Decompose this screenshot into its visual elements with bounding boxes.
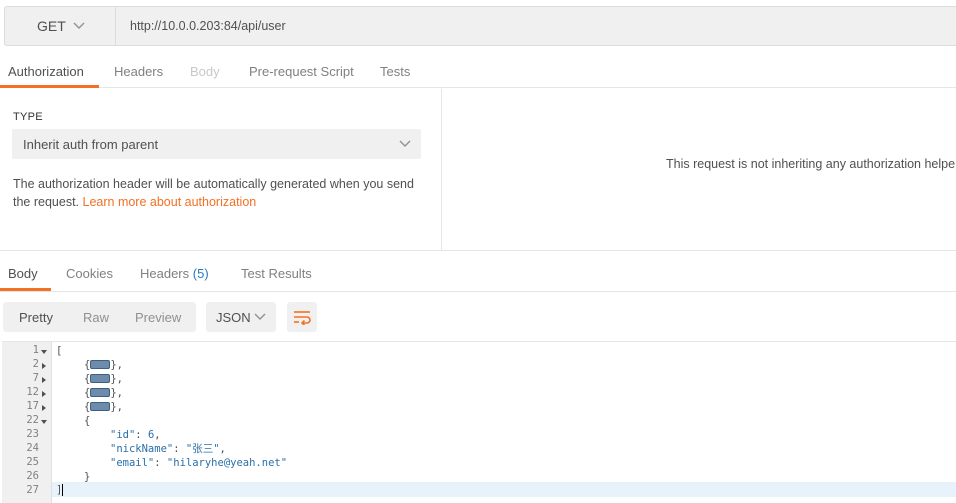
chevron-down-icon [254, 313, 266, 320]
chevron-down-icon [399, 140, 411, 147]
line-number: 27 [26, 484, 39, 496]
open-brace: { [84, 415, 91, 427]
close-brace: }, [110, 359, 123, 371]
fold-closed-icon[interactable] [41, 405, 47, 411]
fold-open-icon[interactable] [41, 349, 47, 355]
collapsed-object-marker[interactable] [90, 387, 111, 397]
format-value: JSON [216, 309, 251, 325]
tab-cookies[interactable]: Cookies [66, 266, 113, 281]
json-colon: : [135, 429, 148, 441]
json-colon: : [154, 457, 167, 469]
code-line: "email": "hilaryhe@yeah.net" [110, 456, 287, 470]
line-number: 1 [32, 344, 39, 356]
url-input[interactable]: http://10.0.0.203:84/api/user [116, 6, 956, 46]
json-comma: , [219, 443, 226, 455]
tab-test-results[interactable]: Test Results [241, 266, 312, 281]
text-cursor [62, 484, 64, 496]
learn-more-link[interactable]: Learn more about authorization [83, 195, 257, 209]
json-key: "id" [110, 429, 136, 441]
current-line-highlight [52, 482, 956, 497]
auth-type-label: TYPE [13, 111, 43, 123]
preview-button[interactable]: Preview [135, 310, 181, 325]
fold-open-icon[interactable] [41, 419, 47, 425]
line-number: 12 [26, 386, 39, 398]
code-line: { [84, 414, 90, 428]
collapsed-object-marker[interactable] [90, 373, 111, 383]
fold-closed-icon[interactable] [41, 391, 47, 397]
code-line: } [84, 470, 90, 484]
json-value: "hilaryhe@yeah.net" [166, 457, 288, 469]
tab-pre-request-script[interactable]: Pre-request Script [249, 64, 354, 79]
json-colon: : [173, 443, 186, 455]
json-comma: , [154, 429, 161, 441]
line-number-gutter: 1 2 7 12 17 22 23 24 25 26 27 [2, 342, 52, 503]
auth-type-value: Inherit auth from parent [23, 136, 159, 152]
auth-settings-panel: TYPE Inherit auth from parent The author… [0, 89, 442, 250]
line-number: 26 [26, 470, 39, 482]
request-tabs: Authorization Headers Body Pre-request S… [0, 54, 956, 88]
line-number: 22 [26, 414, 39, 426]
tab-body[interactable]: Body [190, 64, 220, 79]
close-brace: }, [110, 387, 123, 399]
json-value: "张三" [185, 443, 220, 455]
open-bracket: [ [56, 345, 63, 357]
active-tab-indicator [0, 85, 99, 88]
line-number: 7 [32, 372, 39, 384]
json-key: "nickName" [110, 443, 174, 455]
wrap-lines-icon [294, 311, 311, 325]
tab-response-headers-label: Headers [140, 266, 190, 281]
code-line: [ [56, 344, 62, 358]
chevron-down-icon [73, 22, 85, 29]
response-tabs: Body Cookies Headers (5) Test Results [0, 256, 956, 292]
tab-response-body[interactable]: Body [8, 266, 38, 281]
code-line: {}, [84, 358, 123, 372]
json-key: "email" [110, 457, 155, 469]
close-brace: }, [110, 373, 123, 385]
response-body-editor[interactable]: 1 2 7 12 17 22 23 24 25 26 27 [ {}, {}, … [2, 341, 956, 503]
tab-headers[interactable]: Headers [114, 64, 163, 79]
line-number: 25 [26, 456, 39, 468]
auth-info-panel: This request is not inheriting any autho… [443, 89, 956, 250]
line-number: 23 [26, 428, 39, 440]
code-line: {}, [84, 400, 123, 414]
raw-button[interactable]: Raw [83, 310, 109, 325]
code-line: "nickName": "张三", [110, 442, 226, 456]
code-line: {}, [84, 386, 123, 400]
view-mode-group: Pretty Raw Preview [3, 302, 196, 332]
url-text: http://10.0.0.203:84/api/user [130, 19, 286, 33]
tab-tests[interactable]: Tests [380, 64, 410, 79]
line-number: 2 [32, 358, 39, 370]
format-select[interactable]: JSON [206, 302, 276, 332]
request-url-bar: GET http://10.0.0.203:84/api/user [0, 0, 956, 52]
active-response-tab-indicator [0, 288, 51, 291]
code-line: "id": 6, [110, 428, 161, 442]
collapsed-object-marker[interactable] [90, 359, 111, 369]
code-line: {}, [84, 372, 123, 386]
tab-authorization[interactable]: Authorization [8, 64, 84, 79]
auth-type-select[interactable]: Inherit auth from parent [12, 129, 421, 159]
section-divider [0, 250, 956, 251]
fold-closed-icon[interactable] [41, 363, 47, 369]
method-select[interactable]: GET [4, 6, 116, 46]
auth-description: The authorization header will be automat… [13, 175, 433, 211]
line-number: 17 [26, 400, 39, 412]
pretty-button[interactable]: Pretty [19, 310, 53, 325]
auth-inherit-message: This request is not inheriting any autho… [666, 157, 956, 171]
method-label: GET [37, 18, 66, 34]
collapsed-object-marker[interactable] [90, 401, 111, 411]
wrap-lines-button[interactable] [287, 302, 317, 332]
code-line: ] [56, 483, 64, 497]
line-number: 24 [26, 442, 39, 454]
close-brace: } [84, 471, 91, 483]
fold-closed-icon[interactable] [41, 377, 47, 383]
close-brace: }, [110, 401, 123, 413]
headers-count: (5) [192, 266, 209, 281]
tab-response-headers[interactable]: Headers (5) [140, 266, 209, 281]
